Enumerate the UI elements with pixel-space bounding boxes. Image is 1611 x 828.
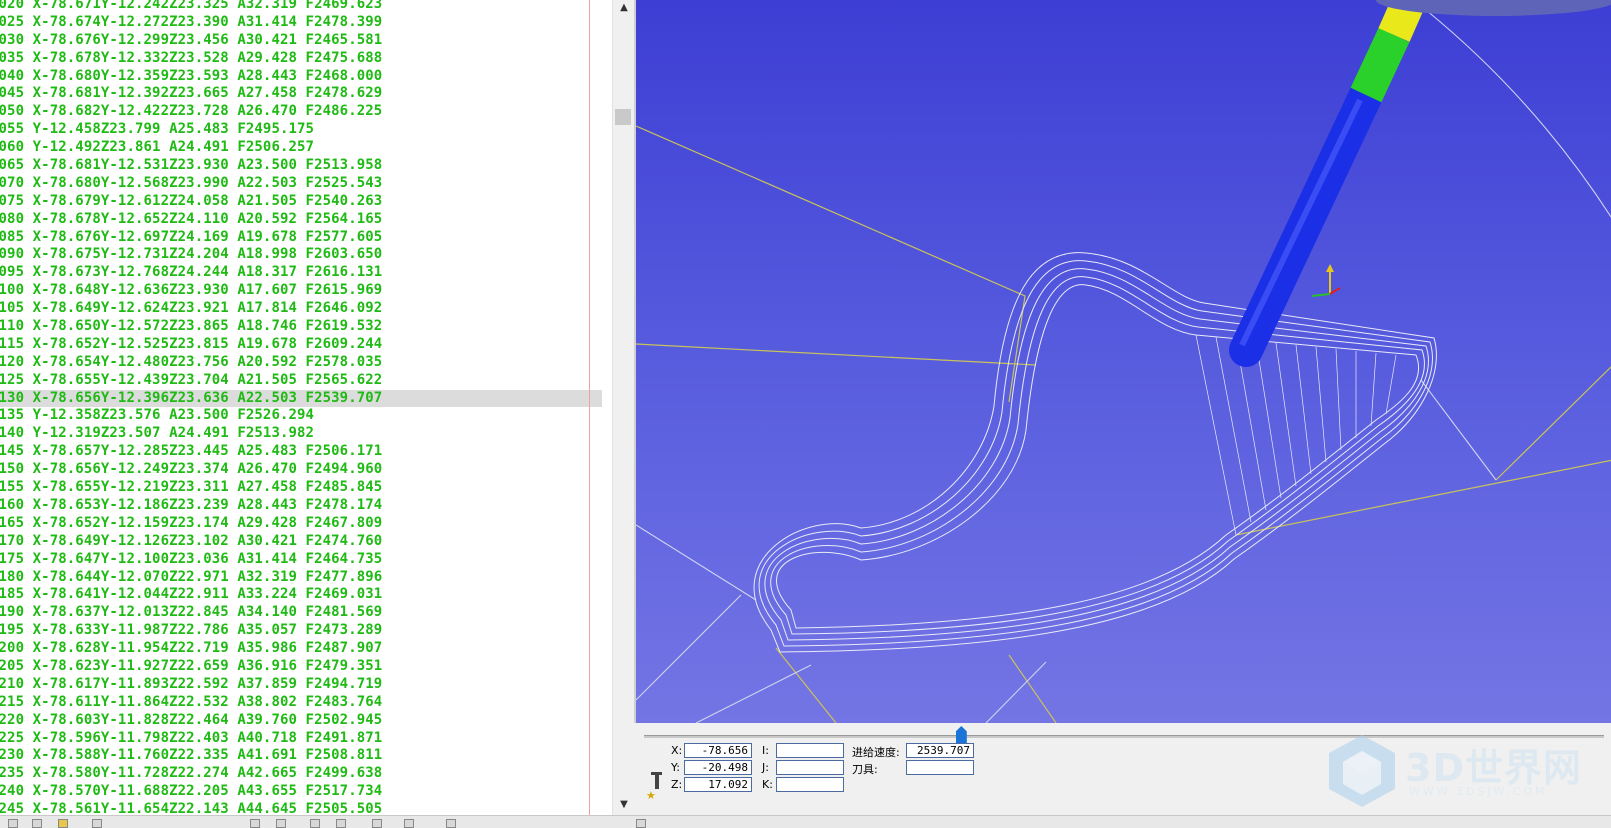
- folder-icon[interactable]: [58, 819, 68, 828]
- simulation-viewport[interactable]: [634, 0, 1611, 723]
- feed-label: 进给速度:: [852, 746, 900, 759]
- bottom-toolbar: [0, 815, 1611, 828]
- toolbar-button-6[interactable]: [310, 819, 320, 828]
- i-field: [776, 743, 844, 758]
- code-line[interactable]: 5205 X-78.623Y-11.927Z22.659 A36.916 F24…: [0, 658, 602, 676]
- slider-thumb[interactable]: [955, 726, 967, 744]
- vertical-scrollbar[interactable]: ▲ ▼: [612, 0, 634, 815]
- gcode-lines: 5020 X-78.671Y-12.242Z23.325 A32.319 F24…: [0, 0, 612, 815]
- code-line[interactable]: 5160 X-78.653Y-12.186Z23.239 A28.443 F24…: [0, 497, 602, 515]
- code-line[interactable]: 5100 X-78.648Y-12.636Z23.930 A17.607 F26…: [0, 282, 602, 300]
- code-line[interactable]: 5210 X-78.617Y-11.893Z22.592 A37.859 F24…: [0, 676, 602, 694]
- code-line[interactable]: 5190 X-78.637Y-12.013Z22.845 A34.140 F24…: [0, 604, 602, 622]
- code-line[interactable]: 5165 X-78.652Y-12.159Z23.174 A29.428 F24…: [0, 515, 602, 533]
- code-line[interactable]: 5090 X-78.675Y-12.731Z24.204 A18.998 F26…: [0, 246, 602, 264]
- code-line[interactable]: 5105 X-78.649Y-12.624Z23.921 A17.814 F26…: [0, 300, 602, 318]
- axis-triad-icon: [1311, 264, 1341, 297]
- toolbar-button-8[interactable]: [372, 819, 382, 828]
- cutting-tool: [1229, 0, 1611, 367]
- code-line[interactable]: 5220 X-78.603Y-11.828Z22.464 A39.760 F25…: [0, 712, 602, 730]
- code-line[interactable]: 5240 X-78.570Y-11.688Z22.205 A43.655 F25…: [0, 783, 602, 801]
- watermark-url: WWW.3DSJW.COM: [1409, 785, 1548, 798]
- code-line[interactable]: 5075 X-78.679Y-12.612Z24.058 A21.505 F25…: [0, 193, 602, 211]
- i-label: I:: [762, 744, 769, 757]
- code-line[interactable]: 5150 X-78.656Y-12.249Z23.374 A26.470 F24…: [0, 461, 602, 479]
- code-line[interactable]: 5155 X-78.655Y-12.219Z23.311 A27.458 F24…: [0, 479, 602, 497]
- toolpath-curves: [753, 252, 1437, 653]
- code-line[interactable]: 5055 Y-12.458Z23.799 A25.483 F2495.175: [0, 121, 602, 139]
- code-line[interactable]: 5245 X-78.561Y-11.654Z22.143 A44.645 F25…: [0, 801, 602, 815]
- code-line[interactable]: 5030 X-78.676Y-12.299Z23.456 A30.421 F24…: [0, 32, 602, 50]
- code-line[interactable]: 5200 X-78.628Y-11.954Z22.719 A35.986 F24…: [0, 640, 602, 658]
- code-line[interactable]: 5185 X-78.641Y-12.044Z22.911 A33.224 F24…: [0, 586, 602, 604]
- code-line[interactable]: 5080 X-78.678Y-12.652Z24.110 A20.592 F25…: [0, 211, 602, 229]
- tool-icon[interactable]: ★: [646, 770, 666, 800]
- margin-rule: [589, 0, 590, 815]
- code-line[interactable]: 5110 X-78.650Y-12.572Z23.865 A18.746 F26…: [0, 318, 602, 336]
- toolbar-button-9[interactable]: [404, 819, 414, 828]
- fixture-outline: [636, 125, 1611, 723]
- j-label: J:: [762, 761, 769, 774]
- watermark-title: 3D世界网: [1405, 746, 1582, 790]
- scroll-down-icon[interactable]: ▼: [613, 797, 635, 813]
- toolpath-scene: [636, 0, 1611, 723]
- code-line[interactable]: 5115 X-78.652Y-12.525Z23.815 A19.678 F26…: [0, 336, 602, 354]
- code-line[interactable]: 5140 Y-12.319Z23.507 A24.491 F2513.982: [0, 425, 602, 443]
- toolbar-button-5[interactable]: [276, 819, 286, 828]
- tool-label: 刀具:: [852, 763, 878, 776]
- j-field: [776, 760, 844, 775]
- code-line[interactable]: 5125 X-78.655Y-12.439Z23.704 A21.505 F25…: [0, 372, 602, 390]
- code-line[interactable]: 5060 Y-12.492Z23.861 A24.491 F2506.257: [0, 139, 602, 157]
- scroll-up-icon[interactable]: ▲: [613, 0, 635, 16]
- toolbar-button-4[interactable]: [250, 819, 260, 828]
- code-line[interactable]: 5130 X-78.656Y-12.396Z23.636 A22.503 F25…: [0, 389, 602, 408]
- code-line[interactable]: 5215 X-78.611Y-11.864Z22.532 A38.802 F24…: [0, 694, 602, 712]
- code-line[interactable]: 5035 X-78.678Y-12.332Z23.528 A29.428 F24…: [0, 50, 602, 68]
- toolbar-button-1[interactable]: [8, 819, 18, 828]
- toolbar-button-7[interactable]: [336, 819, 346, 828]
- code-line[interactable]: 5025 X-78.674Y-12.272Z23.390 A31.414 F24…: [0, 14, 602, 32]
- toolbar-button-11[interactable]: [636, 819, 646, 828]
- toolbar-button-3[interactable]: [92, 819, 102, 828]
- toolbar-button-10[interactable]: [446, 819, 456, 828]
- feed-field: 2539.707: [906, 743, 974, 758]
- scroll-thumb[interactable]: [615, 109, 631, 125]
- code-line[interactable]: 5085 X-78.676Y-12.697Z24.169 A19.678 F25…: [0, 229, 602, 247]
- code-line[interactable]: 5175 X-78.647Y-12.100Z23.036 A31.414 F24…: [0, 551, 602, 569]
- code-line[interactable]: 5065 X-78.681Y-12.531Z23.930 A23.500 F25…: [0, 157, 602, 175]
- code-line[interactable]: 5170 X-78.649Y-12.126Z23.102 A30.421 F24…: [0, 533, 602, 551]
- code-line[interactable]: 5070 X-78.680Y-12.568Z23.990 A22.503 F25…: [0, 175, 602, 193]
- x-label: X:: [671, 744, 683, 757]
- code-line[interactable]: 5020 X-78.671Y-12.242Z23.325 A32.319 F24…: [0, 0, 602, 14]
- code-line[interactable]: 5040 X-78.680Y-12.359Z23.593 A28.443 F24…: [0, 68, 602, 86]
- k-field: [776, 777, 844, 792]
- tool-field: [906, 760, 974, 775]
- code-line[interactable]: 5095 X-78.673Y-12.768Z24.244 A18.317 F26…: [0, 264, 602, 282]
- z-field: 17.092: [684, 777, 752, 792]
- code-line[interactable]: 5045 X-78.681Y-12.392Z23.665 A27.458 F24…: [0, 85, 602, 103]
- k-label: K:: [762, 778, 773, 791]
- svg-text:★: ★: [646, 789, 656, 800]
- code-line[interactable]: 5145 X-78.657Y-12.285Z23.445 A25.483 F25…: [0, 443, 602, 461]
- toolbar-button-2[interactable]: [32, 819, 42, 828]
- cube-logo: [1329, 735, 1395, 807]
- code-line[interactable]: 5180 X-78.644Y-12.070Z22.971 A32.319 F24…: [0, 569, 602, 587]
- code-line[interactable]: 5195 X-78.633Y-11.987Z22.786 A35.057 F24…: [0, 622, 602, 640]
- y-label: Y:: [671, 761, 680, 774]
- x-field: -78.656: [684, 743, 752, 758]
- code-line[interactable]: 5235 X-78.580Y-11.728Z22.274 A42.665 F24…: [0, 765, 602, 783]
- z-label: Z:: [671, 778, 683, 791]
- code-line[interactable]: 5050 X-78.682Y-12.422Z23.728 A26.470 F24…: [0, 103, 602, 121]
- code-line[interactable]: 5120 X-78.654Y-12.480Z23.756 A20.592 F25…: [0, 354, 602, 372]
- code-line[interactable]: 5135 Y-12.358Z23.576 A23.500 F2526.294: [0, 407, 602, 425]
- code-line[interactable]: 5225 X-78.596Y-11.798Z22.403 A40.718 F24…: [0, 730, 602, 748]
- site-watermark: 3D世界网 WWW.3DSJW.COM: [1325, 733, 1605, 813]
- gcode-listing[interactable]: 5020 X-78.671Y-12.242Z23.325 A32.319 F24…: [0, 0, 612, 815]
- y-field: -20.498: [684, 760, 752, 775]
- code-line[interactable]: 5230 X-78.588Y-11.760Z22.335 A41.691 F25…: [0, 747, 602, 765]
